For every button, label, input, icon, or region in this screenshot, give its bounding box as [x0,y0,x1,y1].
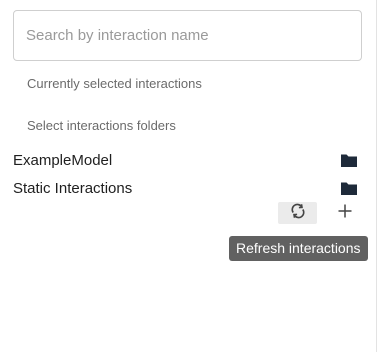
selected-interactions-label: Currently selected interactions [27,76,202,91]
folder-name: ExampleModel [13,151,113,169]
folder-icon[interactable] [340,153,358,168]
add-interaction-button[interactable] [334,202,356,224]
refresh-icon [290,203,306,224]
interactions-panel: Currently selected interactions Select i… [0,0,377,352]
refresh-button[interactable] [278,202,317,224]
folder-row-examplemodel[interactable]: ExampleModel [13,149,358,171]
search-field[interactable] [13,10,362,61]
interaction-folders-label: Select interactions folders [27,118,176,133]
folder-name: Static Interactions [13,179,133,197]
plus-icon [338,204,352,223]
folder-row-static-interactions[interactable]: Static Interactions [13,177,358,199]
refresh-tooltip: Refresh interactions [229,236,368,261]
folder-icon[interactable] [340,181,358,196]
search-input[interactable] [14,11,361,60]
